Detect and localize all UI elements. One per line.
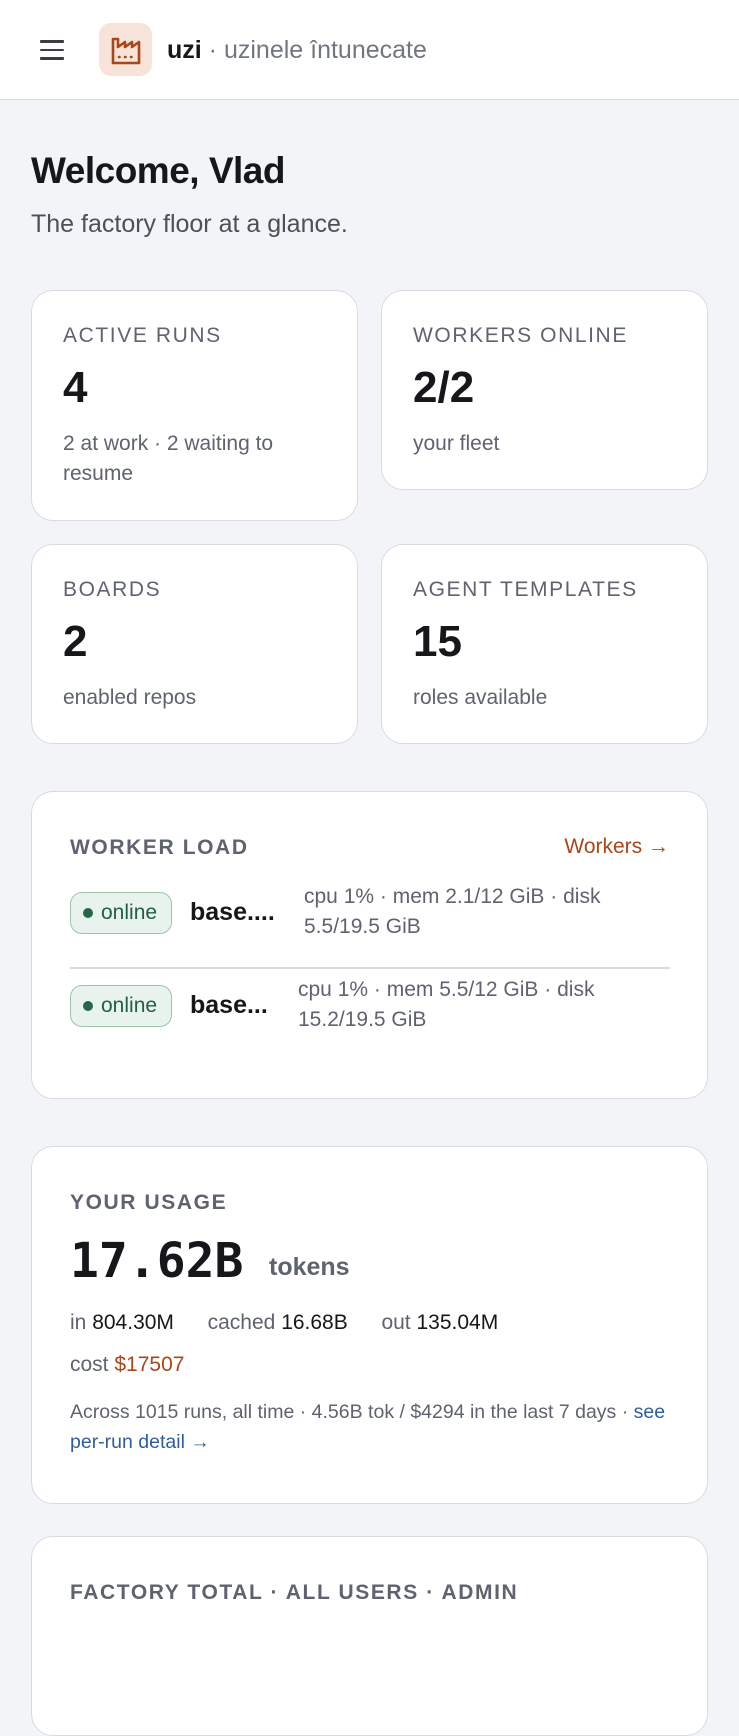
worker-load-card: WORKER LOAD Workers → online base.... cp… bbox=[31, 791, 708, 1099]
brand-separator: · bbox=[208, 36, 217, 64]
stat-subtext: your fleet bbox=[413, 432, 500, 455]
out-value: 135.04M bbox=[416, 1311, 499, 1334]
brand-tagline: uzinele întunecate bbox=[223, 36, 427, 64]
stat-subtext: enabled repos bbox=[63, 686, 197, 709]
stat-card-active-runs[interactable]: ACTIVE RUNS 4 2 at work · 2 waiting to r… bbox=[31, 290, 358, 521]
cost-label: cost bbox=[70, 1353, 109, 1376]
stat-label: ACTIVE RUNS bbox=[63, 324, 222, 347]
out-label: out bbox=[381, 1311, 411, 1334]
cached-label: cached bbox=[207, 1311, 276, 1334]
stat-card-boards[interactable]: BOARDS 2 enabled repos bbox=[31, 544, 358, 744]
usage-total: 17.62B bbox=[70, 1233, 244, 1289]
factory-total-card: FACTORY TOTAL · ALL USERS · ADMIN bbox=[31, 1536, 708, 1736]
stat-subtext: 2 at work · 2 waiting to resume bbox=[63, 432, 274, 485]
page-title: Welcome, Vlad bbox=[31, 150, 285, 191]
worker-stats: cpu 1% · mem 5.5/12 GiB · disk 15.2/19.5… bbox=[298, 978, 595, 1031]
worker-name[interactable]: base... bbox=[190, 991, 268, 1020]
in-value: 804.30M bbox=[92, 1311, 174, 1334]
usage-summary-text: Across 1015 runs, all time · 4.56B tok /… bbox=[70, 1401, 629, 1423]
usage-unit: tokens bbox=[269, 1253, 350, 1281]
stat-card-agent-templates[interactable]: AGENT TEMPLATES 15 roles available bbox=[381, 544, 708, 744]
worker-load-title: WORKER LOAD bbox=[70, 836, 249, 859]
page-subtitle: The factory floor at a glance. bbox=[31, 210, 348, 238]
factory-icon[interactable] bbox=[99, 23, 152, 76]
stat-label: WORKERS ONLINE bbox=[413, 324, 628, 347]
status-badge: online bbox=[70, 892, 173, 934]
usage-cost: cost $17507 bbox=[70, 1353, 184, 1377]
stat-label: AGENT TEMPLATES bbox=[413, 578, 638, 601]
stat-value: 2 bbox=[63, 617, 88, 666]
worker-row[interactable]: online base... cpu 1% · mem 5.5/12 GiB ·… bbox=[70, 967, 670, 1047]
stat-card-workers-online[interactable]: WORKERS ONLINE 2/2 your fleet bbox=[381, 290, 708, 490]
hamburger-menu-icon[interactable] bbox=[36, 34, 68, 66]
cost-value: $17507 bbox=[114, 1353, 185, 1376]
worker-stats: cpu 1% · mem 2.1/12 GiB · disk 5.5/19.5 … bbox=[304, 885, 601, 938]
usage-title: YOUR USAGE bbox=[70, 1191, 228, 1214]
usage-card: YOUR USAGE 17.62B tokens in 804.30M cach… bbox=[31, 1146, 708, 1504]
status-badge: online bbox=[70, 985, 173, 1027]
stat-value: 15 bbox=[413, 617, 462, 666]
top-bar: uzi · uzinele întunecate bbox=[0, 0, 739, 100]
in-label: in bbox=[70, 1311, 87, 1334]
stat-value: 2/2 bbox=[413, 363, 475, 412]
cached-value: 16.68B bbox=[281, 1311, 348, 1334]
factory-total-title: FACTORY TOTAL · ALL USERS · ADMIN bbox=[70, 1581, 519, 1604]
workers-link[interactable]: Workers → bbox=[564, 835, 669, 859]
stat-label: BOARDS bbox=[63, 578, 162, 601]
brand-name: uzi bbox=[167, 36, 202, 64]
stat-value: 4 bbox=[63, 363, 88, 412]
brand-title[interactable]: uzi · uzinele întunecate bbox=[167, 34, 427, 66]
worker-name[interactable]: base.... bbox=[190, 898, 275, 927]
stat-subtext: roles available bbox=[413, 686, 548, 709]
worker-row[interactable]: online base.... cpu 1% · mem 2.1/12 GiB … bbox=[70, 874, 670, 954]
usage-summary: Across 1015 runs, all time · 4.56B tok /… bbox=[70, 1397, 670, 1457]
usage-metrics: in 804.30M cached 16.68B out 135.04M bbox=[70, 1311, 498, 1335]
